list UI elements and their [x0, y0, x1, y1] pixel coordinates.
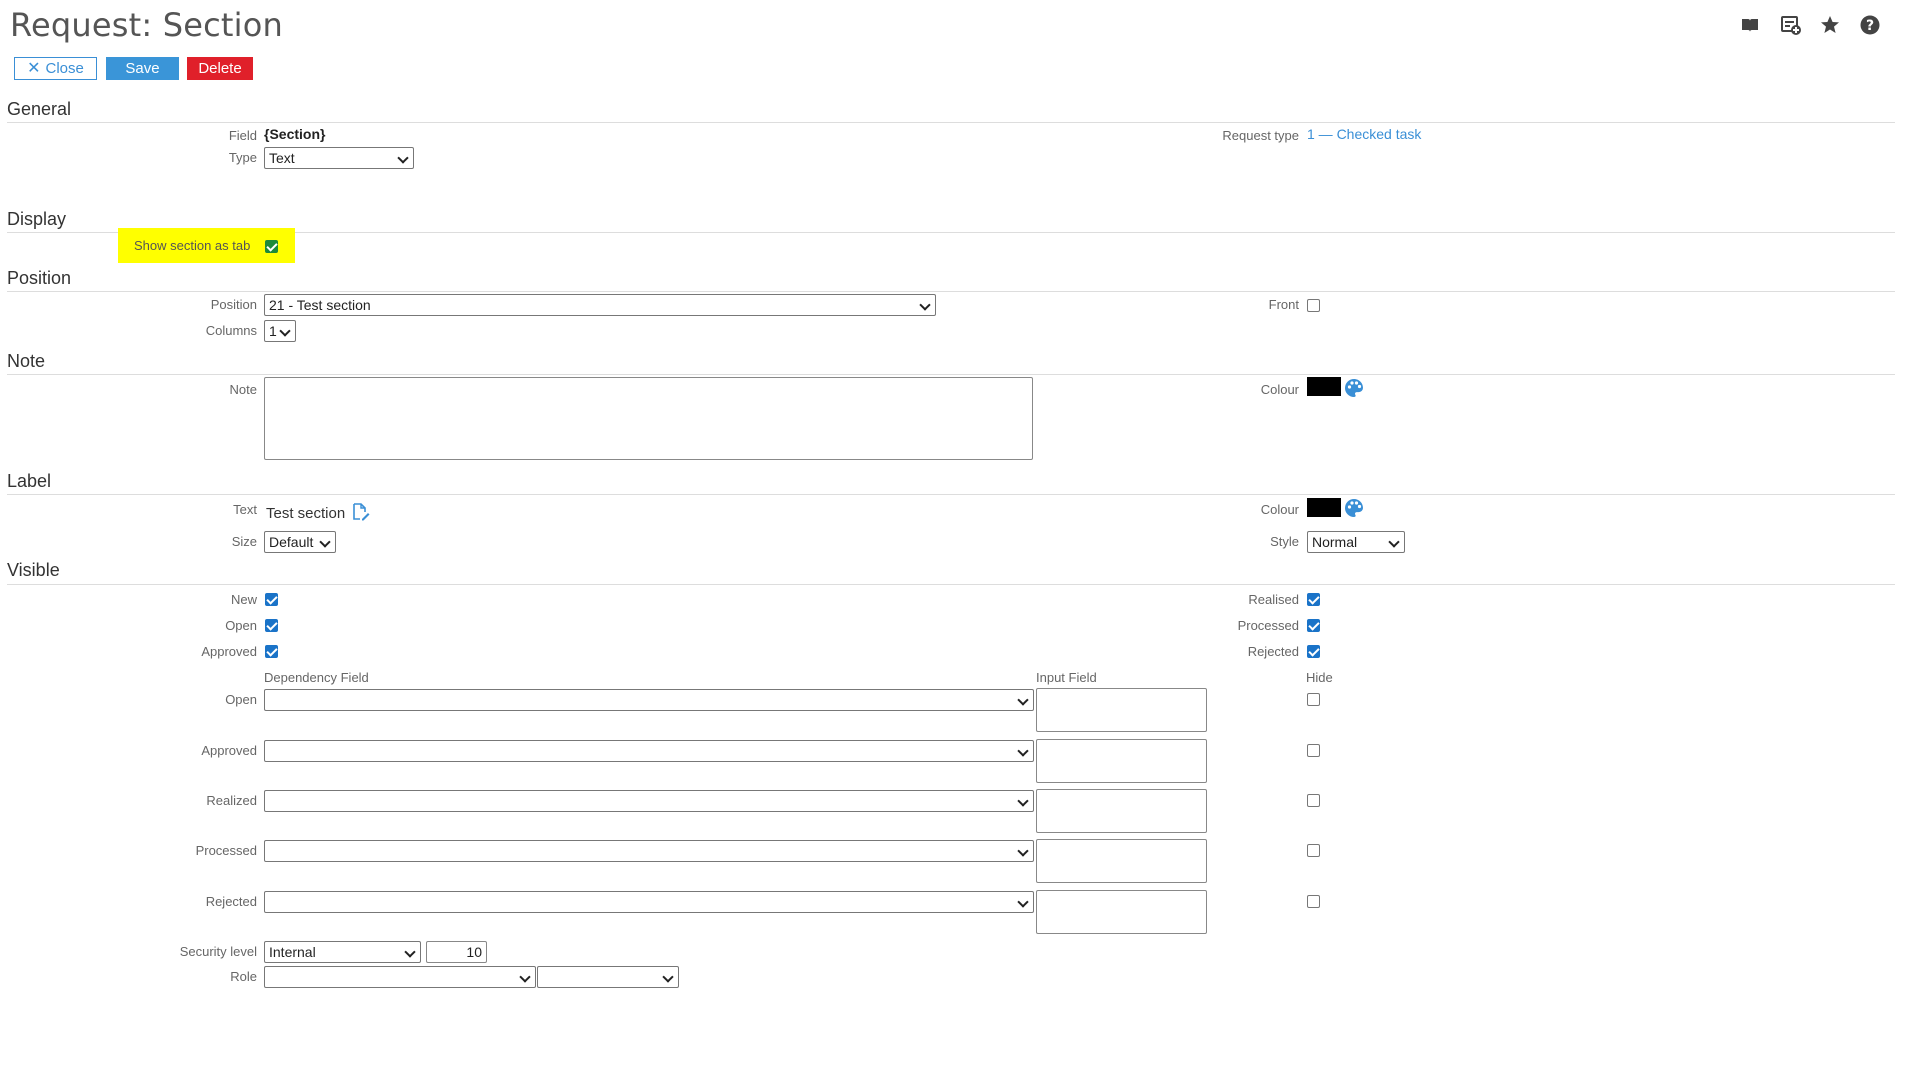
- dependency-approved-hide-checkbox[interactable]: [1307, 744, 1320, 757]
- dependency-open-label: Open: [225, 692, 257, 707]
- columns-select[interactable]: 1: [264, 320, 296, 342]
- section-divider: [7, 122, 1895, 123]
- text-label: Text: [233, 502, 257, 517]
- visible-rejected-label: Rejected: [1247, 644, 1299, 659]
- dependency-processed-hide-checkbox[interactable]: [1307, 844, 1320, 857]
- size-label: Size: [231, 534, 257, 549]
- visible-approved-label: Approved: [201, 644, 257, 659]
- section-divider: [7, 291, 1895, 292]
- help-icon[interactable]: ?: [1860, 15, 1880, 35]
- palette-icon[interactable]: [1344, 378, 1364, 398]
- label-text-value: Test section: [266, 505, 346, 522]
- style-label: Style: [1270, 534, 1299, 549]
- visible-approved-checkbox[interactable]: [265, 645, 278, 658]
- section-divider: [7, 584, 1895, 585]
- label-colour-label: Colour: [1260, 502, 1299, 517]
- section-display-title: Display: [7, 209, 67, 229]
- visible-processed-checkbox[interactable]: [1307, 619, 1320, 632]
- close-button[interactable]: ✕ Close: [14, 57, 97, 80]
- front-label: Front: [1268, 297, 1299, 312]
- delete-button[interactable]: Delete: [187, 57, 253, 80]
- note-textarea[interactable]: [264, 377, 1033, 460]
- request-type-link[interactable]: 1 — Checked task: [1307, 126, 1421, 142]
- note-colour-label: Colour: [1260, 382, 1299, 397]
- field-label: Field: [228, 128, 257, 143]
- input-field-header: Input Field: [1036, 670, 1097, 685]
- visible-open-checkbox[interactable]: [265, 619, 278, 632]
- svg-text:?: ?: [1866, 18, 1874, 34]
- section-note-title: Note: [7, 351, 46, 371]
- dependency-realized-label: Realized: [206, 793, 257, 808]
- section-divider: [7, 494, 1895, 495]
- dependency-open-input[interactable]: [1036, 688, 1207, 732]
- section-position-title: Position: [7, 268, 72, 288]
- dependency-rejected-input[interactable]: [1036, 890, 1207, 934]
- dependency-rejected-label: Rejected: [205, 894, 257, 909]
- dependency-rejected-hide-checkbox[interactable]: [1307, 895, 1320, 908]
- dependency-field-header: Dependency Field: [264, 670, 369, 685]
- dependency-approved-label: Approved: [201, 743, 257, 758]
- dependency-open-select[interactable]: [264, 689, 1034, 711]
- dependency-processed-input[interactable]: [1036, 839, 1207, 883]
- visible-open-label: Open: [225, 618, 257, 633]
- section-divider: [7, 374, 1895, 375]
- dependency-rejected-select[interactable]: [264, 891, 1034, 913]
- size-select[interactable]: Default: [264, 531, 336, 553]
- role-select[interactable]: [264, 966, 536, 988]
- book-icon[interactable]: [1740, 15, 1760, 35]
- security-level-select[interactable]: Internal: [264, 941, 421, 963]
- dependency-realized-select[interactable]: [264, 790, 1034, 812]
- hide-header: Hide: [1306, 670, 1333, 685]
- label-colour-swatch[interactable]: [1307, 498, 1341, 517]
- security-level-number[interactable]: 10: [426, 941, 487, 963]
- add-list-icon[interactable]: [1780, 14, 1802, 36]
- section-visible-title: Visible: [7, 560, 60, 580]
- show-tab-label: Show section as tab: [134, 238, 251, 253]
- visible-realised-checkbox[interactable]: [1307, 593, 1320, 606]
- style-select[interactable]: Normal: [1307, 531, 1405, 553]
- visible-new-label: New: [230, 592, 257, 607]
- field-value: {Section}: [264, 126, 326, 142]
- visible-realised-label: Realised: [1248, 592, 1299, 607]
- role-select-secondary[interactable]: [537, 966, 679, 988]
- front-checkbox[interactable]: [1307, 299, 1320, 312]
- request-type-label: Request type: [1222, 128, 1299, 143]
- type-label: Type: [228, 150, 257, 165]
- section-label-title: Label: [7, 471, 52, 491]
- role-label: Role: [230, 969, 257, 984]
- security-level-label: Security level: [179, 944, 257, 959]
- note-label: Note: [229, 382, 257, 397]
- section-general-title: General: [7, 99, 72, 119]
- position-label: Position: [210, 297, 257, 312]
- note-colour-swatch[interactable]: [1307, 377, 1341, 396]
- save-button[interactable]: Save: [106, 57, 179, 80]
- show-tab-checkbox[interactable]: [265, 240, 278, 253]
- visible-rejected-checkbox[interactable]: [1307, 645, 1320, 658]
- visible-new-checkbox[interactable]: [265, 593, 278, 606]
- close-icon: ✕: [27, 59, 41, 77]
- dependency-approved-select[interactable]: [264, 740, 1034, 762]
- dependency-approved-input[interactable]: [1036, 739, 1207, 783]
- visible-processed-label: Processed: [1237, 618, 1299, 633]
- dependency-processed-select[interactable]: [264, 840, 1034, 862]
- dependency-processed-label: Processed: [195, 843, 257, 858]
- dependency-realized-input[interactable]: [1036, 789, 1207, 833]
- columns-label: Columns: [205, 323, 257, 338]
- edit-document-icon[interactable]: [350, 502, 370, 522]
- palette-icon[interactable]: [1344, 498, 1364, 518]
- star-icon[interactable]: [1820, 15, 1840, 35]
- dependency-open-hide-checkbox[interactable]: [1307, 693, 1320, 706]
- dependency-realized-hide-checkbox[interactable]: [1307, 794, 1320, 807]
- type-select[interactable]: Text: [264, 147, 414, 169]
- page-title: Request: Section: [10, 6, 284, 44]
- position-select[interactable]: 21 - Test section: [264, 294, 936, 316]
